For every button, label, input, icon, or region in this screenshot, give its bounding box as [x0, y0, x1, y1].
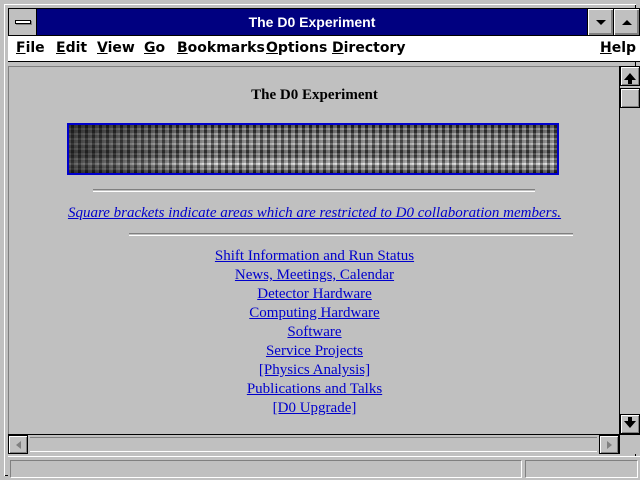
link-computing-hardware[interactable]: Computing Hardware [9, 304, 619, 323]
link-list: Shift Information and Run Status News, M… [9, 247, 619, 418]
link-d0-upgrade[interactable]: [D0 Upgrade] [9, 399, 619, 418]
restricted-notice-link[interactable]: Square brackets indicate areas which are… [9, 205, 619, 222]
window-title: The D0 Experiment [248, 14, 376, 30]
vertical-scrollbar[interactable] [619, 66, 640, 434]
menu-bookmarks[interactable]: Bookmarks [177, 40, 265, 56]
system-menu-icon [15, 20, 31, 24]
scroll-left-button[interactable] [8, 435, 28, 454]
page-content: The D0 Experiment Square brackets indica… [8, 66, 619, 434]
menu-help[interactable]: Help [600, 40, 636, 56]
maximize-button[interactable] [613, 9, 639, 35]
link-publications-talks[interactable]: Publications and Talks [9, 380, 619, 399]
link-physics-analysis[interactable]: [Physics Analysis] [9, 361, 619, 380]
system-menu-button[interactable] [9, 9, 37, 35]
link-shift-information[interactable]: Shift Information and Run Status [9, 247, 619, 266]
page-heading: The D0 Experiment [251, 87, 378, 103]
horizontal-scrollbar[interactable] [8, 434, 619, 454]
arrow-up-icon [624, 72, 636, 84]
menu-file[interactable]: File [16, 40, 45, 56]
banner-image[interactable] [67, 123, 559, 175]
scroll-down-button[interactable] [620, 414, 640, 434]
menu-edit[interactable]: Edit [56, 40, 87, 56]
banner-shade [69, 125, 209, 173]
horizontal-rule [129, 233, 573, 236]
menu-directory[interactable]: Directory [332, 40, 405, 56]
minimize-icon [595, 19, 606, 25]
progress-indicator [525, 460, 638, 478]
menu-options[interactable]: Options [266, 40, 327, 56]
arrow-left-icon [15, 440, 21, 449]
title-bar[interactable]: The D0 Experiment [8, 8, 640, 36]
arrow-right-icon [606, 440, 612, 449]
menu-view[interactable]: View [97, 40, 135, 56]
menu-bar: File Edit View Go Bookmarks Options Dire… [8, 36, 640, 62]
status-bar [8, 456, 640, 480]
scrollbar-corner [619, 434, 640, 454]
minimize-button[interactable] [587, 9, 613, 35]
arrow-down-icon [624, 416, 636, 428]
link-news-meetings[interactable]: News, Meetings, Calendar [9, 266, 619, 285]
horizontal-scroll-track[interactable] [30, 437, 597, 452]
browser-window: The D0 Experiment File Edit View Go Book… [0, 0, 640, 480]
scroll-right-button[interactable] [599, 435, 619, 454]
status-text [10, 460, 522, 478]
menu-go[interactable]: Go [144, 40, 165, 56]
maximize-icon [621, 19, 632, 25]
link-detector-hardware[interactable]: Detector Hardware [9, 285, 619, 304]
link-service-projects[interactable]: Service Projects [9, 342, 619, 361]
horizontal-rule [93, 189, 535, 192]
vertical-scroll-thumb[interactable] [620, 88, 640, 108]
link-software[interactable]: Software [9, 323, 619, 342]
scroll-up-button[interactable] [620, 66, 640, 86]
